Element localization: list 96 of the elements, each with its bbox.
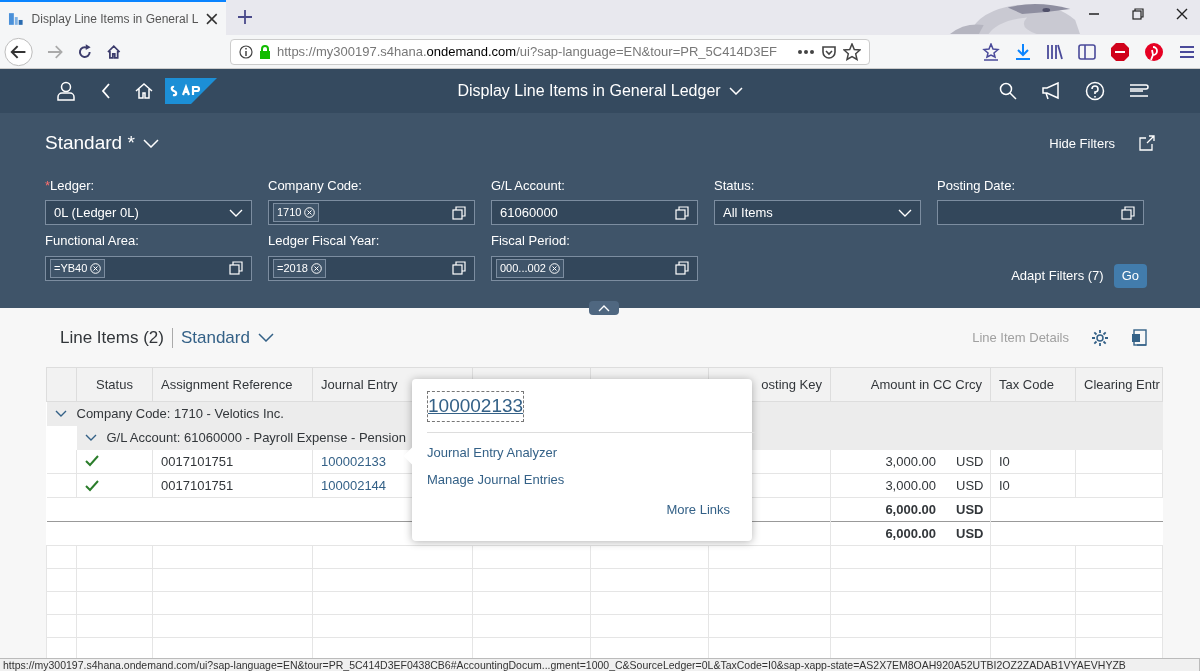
adapt-filters-button[interactable]: Adapt Filters (7) (1011, 266, 1104, 286)
new-tab-icon[interactable] (238, 10, 252, 24)
info-icon[interactable] (238, 44, 253, 59)
value-help-icon[interactable] (229, 261, 243, 275)
share-icon[interactable] (1139, 135, 1155, 152)
table-cell: 0017101751 (161, 477, 234, 493)
input-field[interactable]: 61060000 (491, 200, 698, 225)
close-icon[interactable] (1176, 8, 1188, 20)
value-help-icon[interactable] (675, 205, 689, 220)
amount: 3,000.00 (885, 452, 936, 471)
value-help-icon[interactable] (452, 205, 466, 220)
field-label: Posting Date: (937, 176, 1017, 195)
field-label: Fiscal Period: (491, 232, 571, 250)
input-field[interactable]: =2018 (268, 255, 475, 281)
tab-title: Display Line Items in General L (31, 10, 199, 28)
value-help-icon[interactable] (1121, 205, 1135, 220)
pin-icon[interactable] (1144, 41, 1164, 62)
sidebar-icon[interactable] (1078, 42, 1096, 61)
field-label: Ledger Fiscal Year: (268, 232, 381, 250)
browser-tab[interactable]: Display Line Items in General L (0, 0, 226, 35)
lock-icon (258, 44, 271, 59)
adblock-icon[interactable] (1110, 41, 1130, 62)
token[interactable]: 1710 (273, 203, 320, 222)
star-icon[interactable] (843, 42, 861, 61)
megaphone-icon[interactable] (1041, 82, 1061, 100)
page-icon (8, 10, 24, 27)
chevron-up-icon (598, 304, 610, 312)
reload-icon[interactable] (76, 43, 93, 60)
field-label: Company Code: (268, 176, 363, 195)
bookmark-star-icon[interactable] (982, 42, 1000, 61)
currency: USD (956, 452, 982, 471)
field-label: Status: (714, 176, 756, 195)
input-field[interactable] (937, 200, 1144, 225)
search-icon[interactable] (999, 82, 1017, 100)
pocket-icon[interactable] (821, 43, 837, 60)
remove-token-icon[interactable] (90, 262, 102, 274)
input-field[interactable]: =YB40 (45, 255, 252, 281)
journal-entry-link[interactable]: 100002133 (321, 453, 387, 469)
value-help-icon[interactable] (675, 261, 689, 275)
download-icon[interactable] (1014, 42, 1032, 61)
remove-token-icon[interactable] (548, 262, 560, 274)
table-cell: I0 (999, 453, 1010, 469)
chevron-down-icon (142, 138, 159, 148)
export-icon[interactable] (1131, 328, 1149, 347)
go-button[interactable]: Go (1113, 264, 1147, 288)
remove-token-icon[interactable] (310, 262, 322, 274)
address-bar[interactable]: https://my300197.s4hana.ondemand.com/ui?sap-language=EN&tour=PR_5C414D3EF (229, 38, 870, 65)
select-field[interactable]: All Items (714, 200, 921, 225)
table-title: Line Items (2) (60, 326, 164, 349)
user-icon[interactable] (57, 81, 75, 101)
url-text: https://my300197.s4hana.ondemand.com/ui?sap-language=EN&tour=PR_5C414D3EF (276, 42, 779, 61)
library-icon[interactable] (1046, 42, 1064, 61)
table-variant-selector[interactable]: Standard (180, 324, 274, 351)
popover-link[interactable]: Journal Entry Analyzer (427, 442, 558, 462)
token[interactable]: =YB40 (50, 258, 106, 278)
field-label: Functional Area: (45, 232, 140, 250)
table-cell: I0 (999, 477, 1010, 493)
group-header-row[interactable]: Company Code: 1710 - Velotics Inc. (54, 404, 284, 424)
remove-token-icon[interactable] (304, 207, 316, 218)
currency: USD (956, 524, 982, 543)
select-field[interactable]: 0L (Ledger 0L) (45, 200, 252, 225)
expand-icon[interactable] (54, 409, 67, 418)
token[interactable]: =2018 (273, 258, 326, 278)
value-help-icon[interactable] (452, 261, 466, 275)
token[interactable]: 000...002 (496, 258, 564, 278)
notifications-icon[interactable] (1129, 83, 1149, 99)
logo-icon[interactable] (165, 78, 217, 104)
popover-link[interactable]: Manage Journal Entries (427, 470, 565, 490)
home-icon[interactable] (106, 43, 122, 60)
more-icon[interactable] (797, 48, 815, 55)
popover-title-link[interactable]: 100002133 (427, 391, 525, 422)
more-links-link[interactable]: More Links (666, 499, 730, 519)
input-field[interactable]: 1710 (268, 200, 475, 225)
back-icon[interactable] (4, 36, 34, 67)
field-label: *Ledger: (45, 176, 96, 195)
amount: 3,000.00 (885, 476, 936, 495)
help-icon[interactable] (1085, 81, 1105, 101)
settings-icon[interactable] (1091, 328, 1109, 347)
restore-icon[interactable] (1132, 8, 1144, 20)
chevron-down-icon (728, 87, 743, 95)
app-title-menu[interactable]: Display Line Items in General Ledger (457, 79, 743, 103)
chevron-down-icon (257, 333, 274, 342)
variant-selector[interactable]: Standard * (45, 129, 159, 158)
field-label: G/L Account: (491, 176, 566, 195)
amount: 6,000.00 (885, 524, 936, 543)
status-bar: https://my300197.s4hana.ondemand.com/ui?sap-language=EN&tour=PR_5C414D3EF0438CB6#AccountingDocum...gment=1000_C&SourceLedger=0L&TaxCode=I0&sap-xapp-state=AS2X7EM8OAH920A52UTBI2OZ2ZADAB1VYAEVHYZB (0, 658, 1200, 671)
expand-icon[interactable] (84, 433, 97, 442)
table-cell: 0017101751 (161, 453, 234, 469)
journal-entry-link[interactable]: 100002144 (321, 477, 387, 493)
input-field[interactable]: 000...002 (491, 255, 698, 281)
hide-filters-button[interactable]: Hide Filters (1049, 133, 1115, 153)
collapse-button[interactable] (589, 301, 619, 315)
currency: USD (956, 476, 982, 495)
amount: 6,000.00 (885, 500, 936, 519)
currency: USD (956, 500, 982, 519)
close-icon[interactable] (206, 12, 218, 25)
